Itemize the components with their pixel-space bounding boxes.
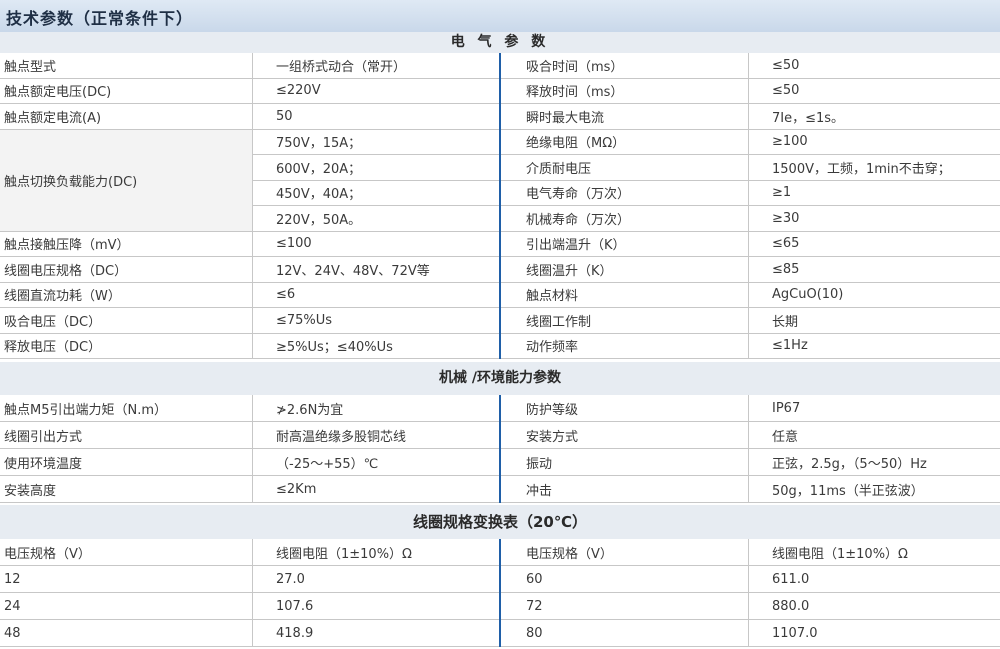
column-divider [748,395,749,503]
table-cell: 线圈引出方式 [4,429,83,445]
table-cell: ≤220V [276,83,321,99]
table-cell: ≤2Km [276,481,317,497]
column-divider [252,539,253,647]
table-cell: 线圈电压规格（DC） [4,263,128,279]
table-cell: 触点型式 [4,59,57,75]
table-cell: 触点额定电压(DC) [4,85,112,101]
table-cell: 7Ie，≤1s。 [772,110,845,126]
table-cell: 12V、24V、48V、72V等 [276,263,430,279]
table-cell: ≤50 [772,83,800,99]
table-cell: 吸合电压（DC） [4,314,102,330]
table-cell: 60 [526,571,543,587]
table-cell: （-25～+55）℃ [276,456,379,472]
table-cell: ≥30 [772,210,800,226]
table-cell: 使用环境温度 [4,456,83,472]
page-title: 技术参数（正常条件下） [6,9,194,28]
table-cell: 安装高度 [4,483,57,499]
table-cell: 安装方式 [526,429,579,445]
table-cell: ≤65 [772,236,800,252]
table-cell: 长期 [772,314,799,330]
table-cell: 600V，20A； [276,161,362,177]
merged-cell: 触点切换负载能力(DC) [0,129,252,232]
column-divider [748,539,749,647]
table-cell: 电压规格（V） [526,546,613,562]
spec-page: 技术参数（正常条件下） 电 气 参 数 触点型式 一组桥式动合（常开） 吸合时间（m… [0,0,1000,649]
table-cell: IP67 [772,400,801,416]
coil-header: 线圈规格变换表（20℃） [0,505,1000,539]
electrical-header: 电 气 参 数 [0,32,1000,53]
page-title-bar: 技术参数（正常条件下） [0,0,1000,32]
column-divider [748,53,749,359]
table-cell: 触点切换负载能力(DC) [4,174,138,190]
table-cell: 107.6 [276,598,314,614]
center-divider [499,53,501,359]
table-cell: 释放时间（ms） [526,85,624,101]
table-cell: 触点材料 [526,289,579,305]
table-cell: 418.9 [276,625,314,641]
table-cell: 线圈工作制 [526,314,592,330]
coil-table: 电压规格（V） 线圈电阻（1±10%）Ω 电压规格（V） 线圈电阻（1±10%）Ω 12… [0,539,1000,649]
table-cell: 80 [526,625,543,641]
table-cell: 吸合时间（ms） [526,59,624,75]
table-cell: 触点M5引出端力矩（N.m） [4,402,168,418]
center-divider [499,539,501,647]
table-cell: 72 [526,598,543,614]
table-cell: 50 [276,108,293,124]
table-cell: 振动 [526,456,553,472]
table-cell: 1107.0 [772,625,818,641]
electrical-table: 触点型式 一组桥式动合（常开） 吸合时间（ms） ≤50 触点额定电压(DC) ≤220V… [0,53,1000,360]
table-cell: 瞬时最大电流 [526,110,605,126]
table-cell: 27.0 [276,571,305,587]
table-cell: ≤75%Us [276,312,333,328]
table-cell: ≤1Hz [772,338,808,354]
table-cell: 一组桥式动合（常开） [276,59,407,75]
column-divider [252,395,253,503]
table-cell: 880.0 [772,598,810,614]
table-cell: ≥100 [772,134,808,150]
table-cell: 触点额定电流(A) [4,110,102,126]
table-cell: 触点接触压降（mV） [4,238,130,254]
table-cell: 正弦，2.5g，（5～50）Hz [772,456,927,472]
table-cell: 48 [4,625,21,641]
table-cell: ≥5%Us；≤40%Us [276,340,393,356]
table-cell: 引出端温升（K） [526,238,626,254]
table-cell: 电气寿命（万次） [526,187,631,203]
center-divider [499,395,501,503]
table-cell: 线圈温升（K） [526,263,613,279]
table-cell: 220V，50A。 [276,212,362,228]
column-divider [252,53,253,359]
table-cell: 线圈电阻（1±10%）Ω [276,546,412,562]
table-cell: 450V，40A； [276,187,362,203]
table-cell: ≤85 [772,261,800,277]
table-cell: 任意 [772,429,799,445]
table-cell: 线圈直流功耗（W） [4,289,121,305]
table-cell: 耐高温绝缘多股铜芯线 [276,429,407,445]
table-cell: 24 [4,598,21,614]
table-cell: 611.0 [772,571,810,587]
table-cell: AgCuO(10) [772,287,844,303]
table-cell: 12 [4,571,21,587]
table-cell: ≯2.6N为宜 [276,402,344,418]
table-cell: ≤6 [276,287,296,303]
mechanical-table: 触点M5引出端力矩（N.m） ≯2.6N为宜 防护等级 IP67 线圈引出方式 耐高温绝缘… [0,395,1000,503]
table-cell: ≤50 [772,57,800,73]
table-cell: 线圈电阻（1±10%）Ω [772,546,908,562]
mechanical-header: 机械 /环境能力参数 [0,362,1000,395]
table-cell: ≤100 [276,236,312,252]
table-cell: 防护等级 [526,402,579,418]
table-cell: 50g，11ms（半正弦波） [772,483,924,499]
table-cell: 绝缘电阻（MΩ） [526,136,626,152]
table-cell: 冲击 [526,483,553,499]
table-cell: 动作频率 [526,340,579,356]
table-cell: 1500V，工频，1min不击穿； [772,161,951,177]
table-cell: ≥1 [772,185,792,201]
table-cell: 介质耐电压 [526,161,592,177]
table-cell: 机械寿命（万次） [526,212,631,228]
table-cell: 电压规格（V） [4,546,91,562]
table-cell: 750V，15A； [276,136,362,152]
table-cell: 释放电压（DC） [4,340,102,356]
